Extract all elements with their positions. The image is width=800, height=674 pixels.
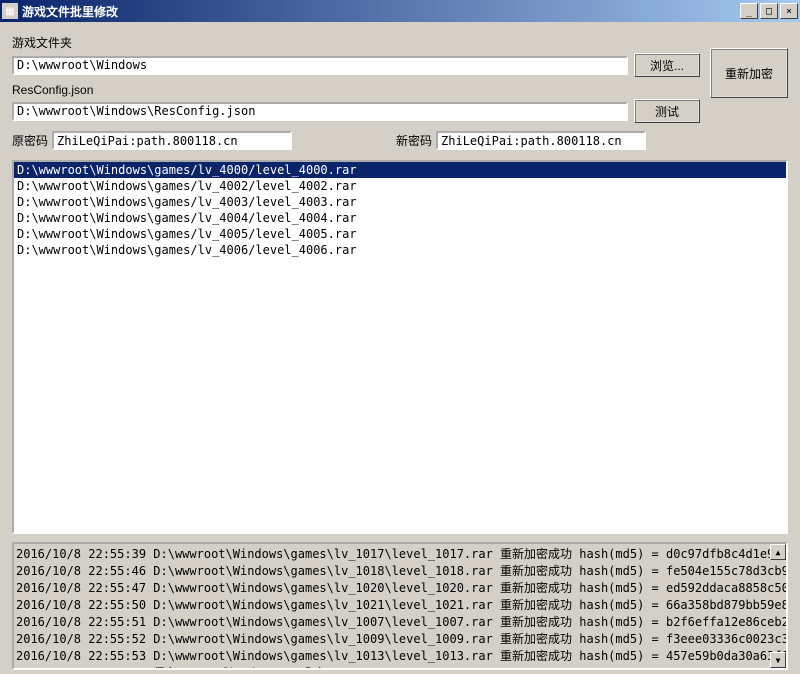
- log-line: 2016/10/8 22:55:53 D:\wwwroot\Windows\ga…: [16, 647, 784, 664]
- list-item[interactable]: D:\wwwroot\Windows\games/lv_4005/level_4…: [14, 226, 786, 242]
- log-line: 2016/10/8 22:55:46 D:\wwwroot\Windows\ga…: [16, 562, 784, 579]
- log-line: 2016/10/8 22:55:47 D:\wwwroot\Windows\ga…: [16, 579, 784, 596]
- reencrypt-button[interactable]: 重新加密: [710, 48, 788, 98]
- test-button[interactable]: 测试: [634, 99, 700, 123]
- client-area: 游戏文件夹 浏览... ResConfig.json 测试 重新加密 原密码 新…: [0, 22, 800, 674]
- log-textbox[interactable]: 2016/10/8 22:55:39 D:\wwwroot\Windows\ga…: [12, 542, 788, 670]
- titlebar: ▦ 游戏文件批里修改 _ □ ×: [0, 0, 800, 22]
- app-icon: ▦: [2, 3, 18, 19]
- log-line: 2016/10/8 22:55:50 D:\wwwroot\Windows\ga…: [16, 596, 784, 613]
- folder-label: 游戏文件夹: [12, 34, 700, 51]
- list-item[interactable]: D:\wwwroot\Windows\games/lv_4002/level_4…: [14, 178, 786, 194]
- new-password-input[interactable]: [436, 131, 646, 150]
- log-line: 2016/10/8 22:55:39 D:\wwwroot\Windows\ga…: [16, 545, 784, 562]
- new-password-label: 新密码: [396, 132, 432, 149]
- resconfig-label: ResConfig.json: [12, 83, 700, 97]
- log-line: 2016/10/8 22:55:53 保存ResConfig.json - 成功: [16, 664, 784, 670]
- minimize-button[interactable]: _: [740, 3, 758, 19]
- list-item[interactable]: D:\wwwroot\Windows\games/lv_4004/level_4…: [14, 210, 786, 226]
- log-line: 2016/10/8 22:55:51 D:\wwwroot\Windows\ga…: [16, 613, 784, 630]
- close-button[interactable]: ×: [780, 3, 798, 19]
- log-line: 2016/10/8 22:55:52 D:\wwwroot\Windows\ga…: [16, 630, 784, 647]
- folder-input[interactable]: [12, 56, 628, 75]
- scroll-down-icon[interactable]: ▼: [770, 652, 786, 668]
- scroll-up-icon[interactable]: ▲: [770, 544, 786, 560]
- list-item[interactable]: D:\wwwroot\Windows\games/lv_4000/level_4…: [14, 162, 786, 178]
- old-password-input[interactable]: [52, 131, 292, 150]
- resconfig-input[interactable]: [12, 102, 628, 121]
- maximize-button[interactable]: □: [760, 3, 778, 19]
- list-item[interactable]: D:\wwwroot\Windows\games/lv_4003/level_4…: [14, 194, 786, 210]
- list-item[interactable]: D:\wwwroot\Windows\games/lv_4006/level_4…: [14, 242, 786, 258]
- old-password-label: 原密码: [12, 132, 48, 149]
- browse-button[interactable]: 浏览...: [634, 53, 700, 77]
- file-listbox[interactable]: D:\wwwroot\Windows\games/lv_4000/level_4…: [12, 160, 788, 534]
- window-buttons: _ □ ×: [740, 3, 798, 19]
- window-title: 游戏文件批里修改: [22, 3, 740, 20]
